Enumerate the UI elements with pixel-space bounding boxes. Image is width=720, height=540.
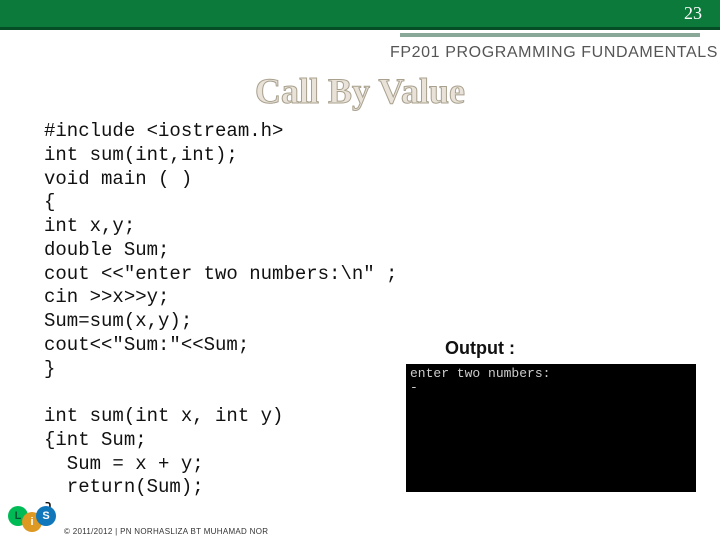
- footer: L i S © 2011/2012 | PN NORHASLIZA BT MUH…: [8, 506, 268, 538]
- copyright-text: © 2011/2012 | PN NORHASLIZA BT MUHAMAD N…: [64, 527, 268, 538]
- slide-number: 23: [684, 3, 702, 24]
- output-label: Output :: [445, 338, 515, 359]
- logo: L i S: [8, 506, 56, 538]
- content-area: #include <iostream.h> int sum(int,int); …: [0, 120, 720, 524]
- top-bar: 23: [0, 0, 720, 30]
- logo-circle-3: S: [36, 506, 56, 526]
- console-output: enter two numbers: -: [406, 364, 696, 492]
- slide-title: Call By Value: [0, 70, 720, 112]
- divider-line: [400, 33, 700, 37]
